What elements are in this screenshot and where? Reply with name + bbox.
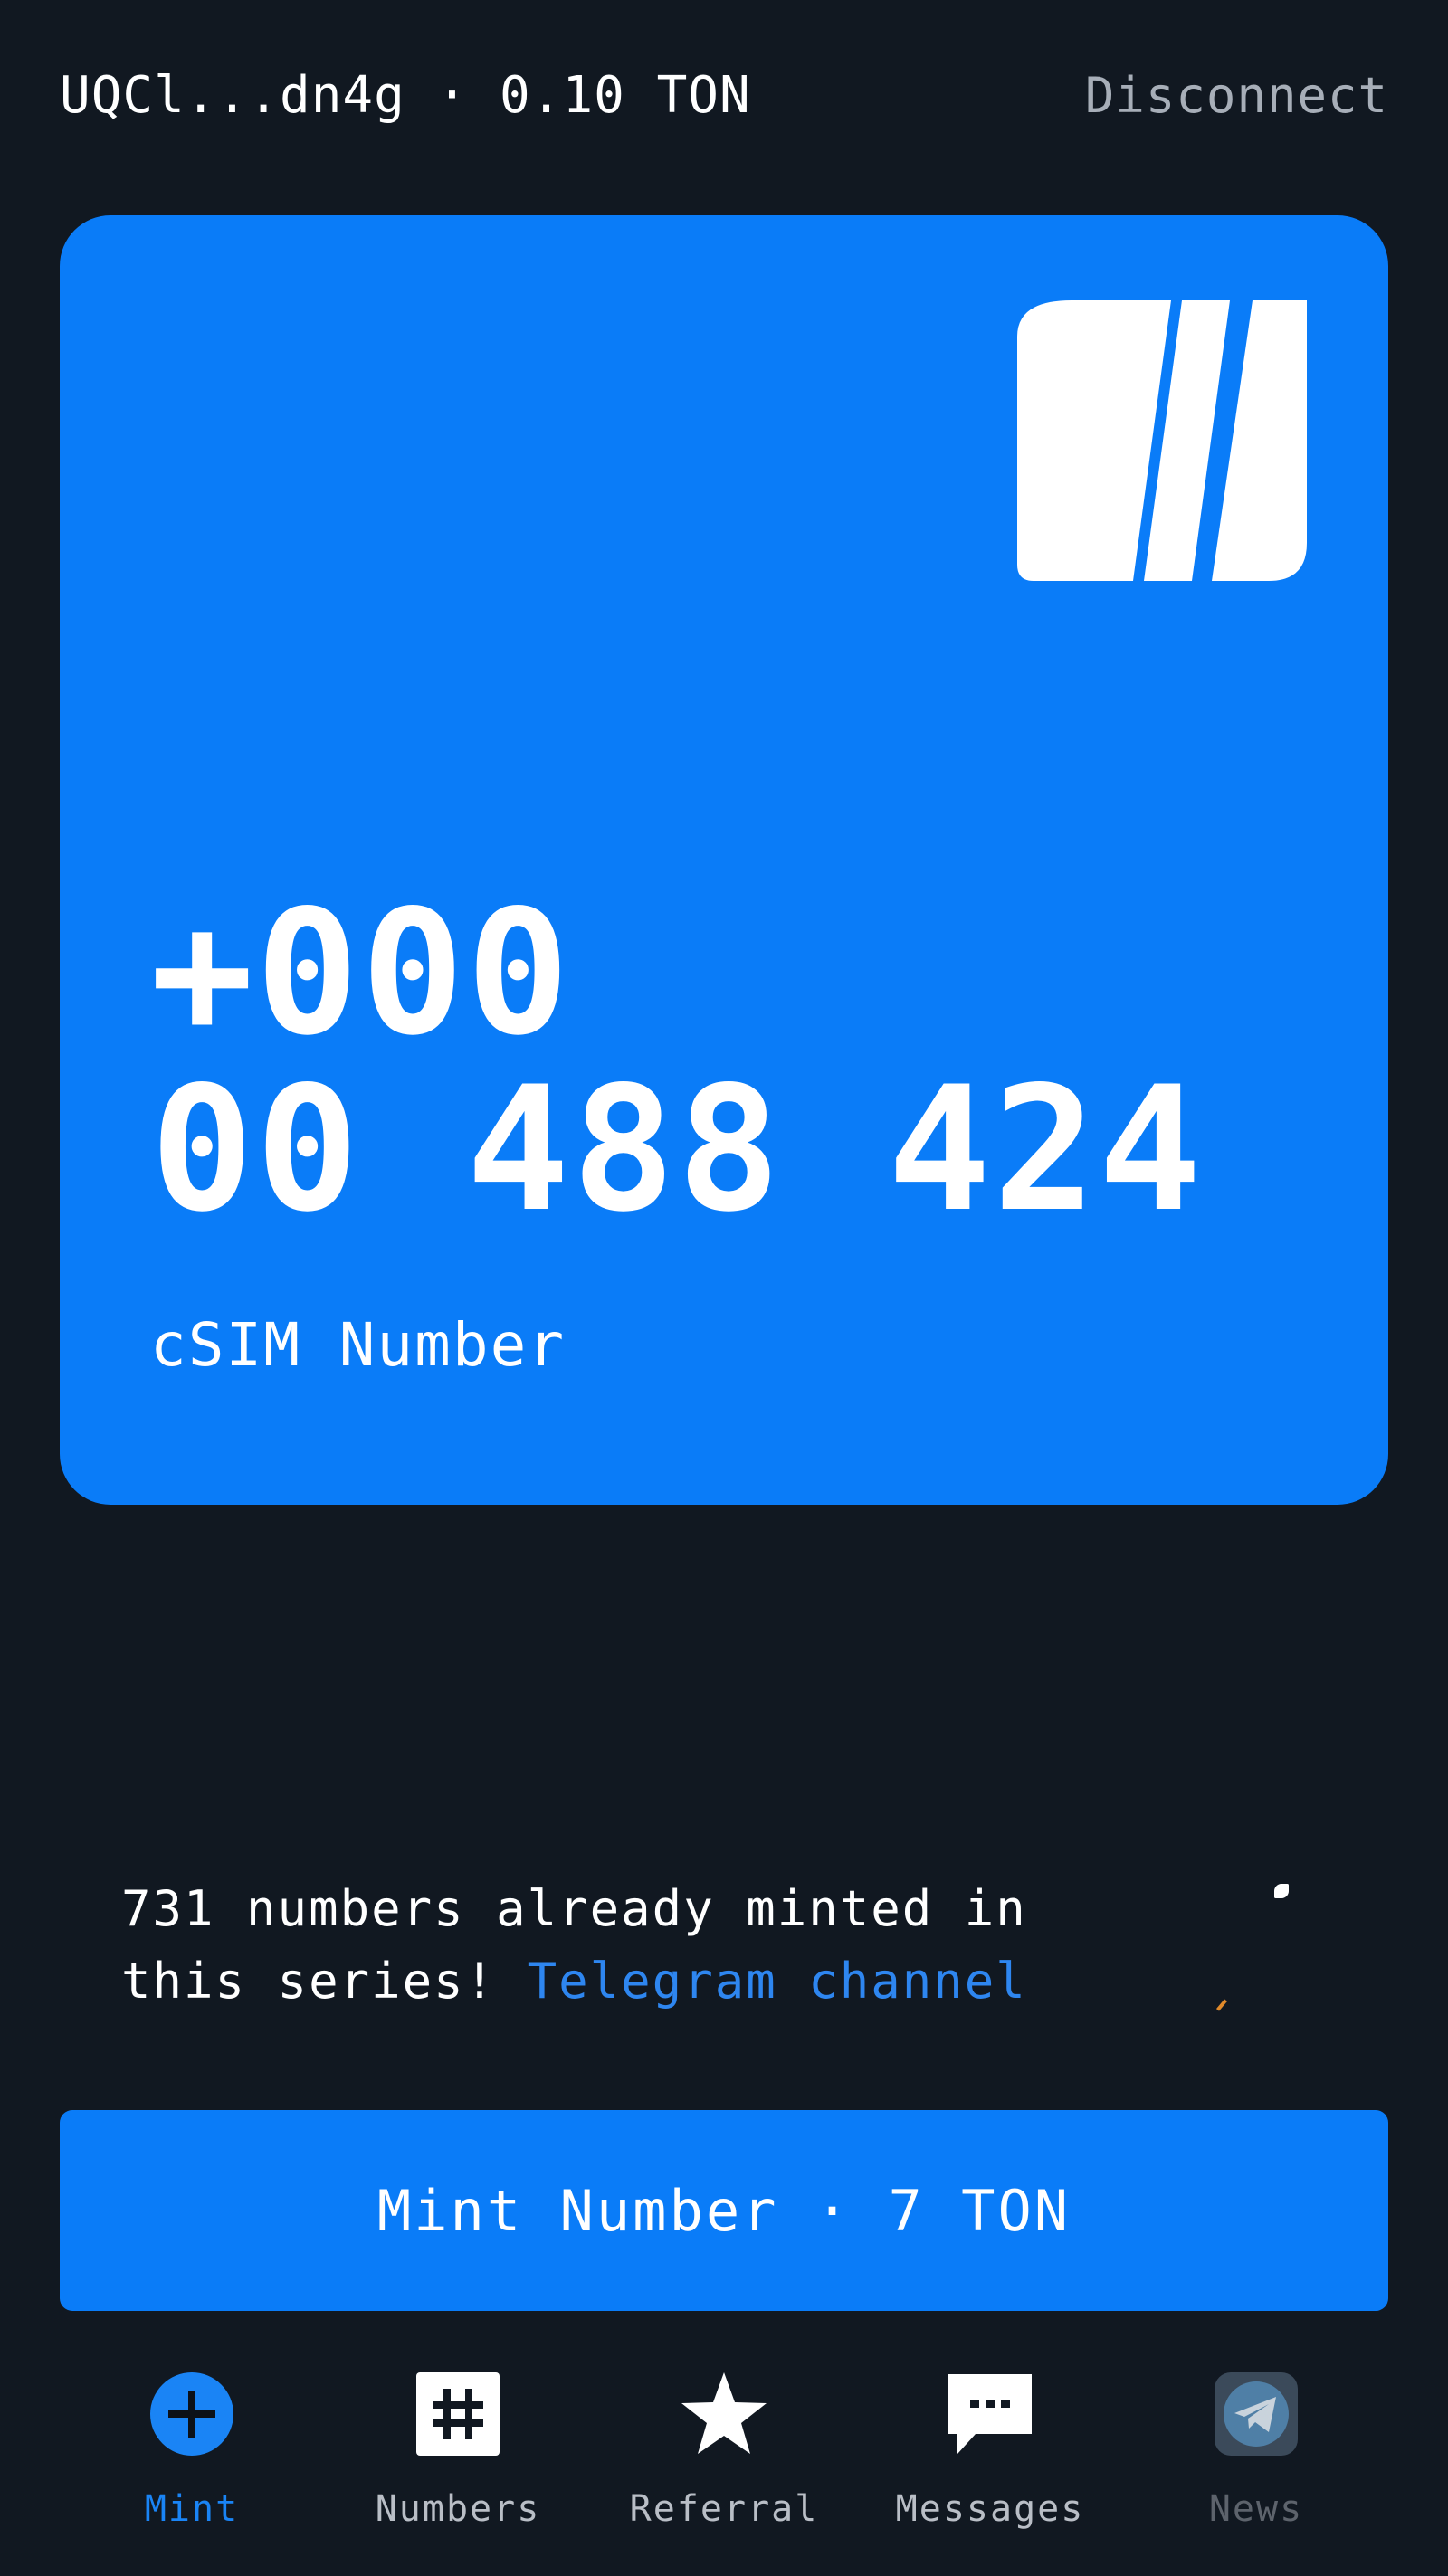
disconnect-button[interactable]: Disconnect xyxy=(1085,67,1388,124)
wallet-info: UQCl...dn4g · 0.10 TON xyxy=(60,65,751,125)
mint-number-button[interactable]: Mint Number · 7 TON xyxy=(60,2110,1388,2311)
nav-item-numbers[interactable]: Numbers xyxy=(340,2371,576,2552)
chat-bubble-icon xyxy=(948,2374,1032,2454)
hash-icon xyxy=(416,2372,500,2456)
nav-item-news[interactable]: News xyxy=(1138,2371,1374,2552)
nav-item-referral[interactable]: Referral xyxy=(606,2371,842,2552)
fragment-logo-icon xyxy=(1017,300,1307,581)
bottom-nav: Mint Numbers Referral Messages News xyxy=(0,2371,1448,2570)
nav-label-messages: Messages xyxy=(895,2488,1085,2530)
nav-label-mint: Mint xyxy=(144,2488,240,2530)
confetti-particle xyxy=(1215,1999,1228,2011)
confetti-particle xyxy=(1274,1884,1289,1898)
top-bar: UQCl...dn4g · 0.10 TON Disconnect xyxy=(60,54,1388,136)
card-label: cSIM Number xyxy=(150,1310,567,1380)
phone-number-line-1: +000 xyxy=(150,873,572,1073)
plus-circle-icon xyxy=(150,2372,233,2456)
nav-label-numbers: Numbers xyxy=(375,2488,541,2530)
minted-info: 731 numbers already minted in this serie… xyxy=(121,1873,1135,2018)
phone-number-line-2: 00 488 424 xyxy=(150,1050,1204,1250)
telegram-channel-link[interactable]: Telegram channel xyxy=(528,1953,1027,2010)
nav-label-referral: Referral xyxy=(629,2488,819,2530)
nav-item-messages[interactable]: Messages xyxy=(872,2371,1108,2552)
telegram-icon xyxy=(1215,2372,1298,2456)
csim-card: +000 00 488 424 cSIM Number xyxy=(60,215,1388,1505)
star-icon xyxy=(681,2372,767,2454)
nav-label-news: News xyxy=(1208,2488,1304,2530)
phone-number: +000 00 488 424 xyxy=(150,885,1204,1238)
nav-item-mint[interactable]: Mint xyxy=(74,2371,310,2552)
app-screen: UQCl...dn4g · 0.10 TON Disconnect +000 0… xyxy=(0,0,1448,2576)
